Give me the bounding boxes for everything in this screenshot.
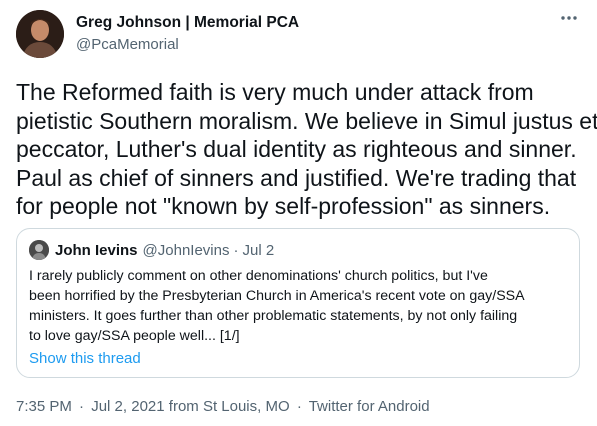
tweet: Greg Johnson | Memorial PCA @PcaMemorial…	[0, 0, 597, 426]
author-avatar[interactable]	[16, 10, 64, 58]
tweet-text-line: pietistic Southern moralism. We believe …	[16, 107, 597, 134]
tweet-text-line: The Reformed faith is very much under at…	[16, 79, 534, 105]
tweet-text-line: peccator, Luther's dual identity as righ…	[16, 136, 577, 162]
quoted-author-name: John Ievins	[55, 241, 138, 259]
quoted-tweet-header: John Ievins @JohnIevins · Jul 2	[29, 240, 274, 260]
quoted-tweet-text: I rarely publicly comment on other denom…	[29, 266, 574, 346]
more-options-button[interactable]	[555, 6, 583, 30]
show-thread-link[interactable]: Show this thread	[29, 350, 141, 367]
tweet-date-location[interactable]: Jul 2, 2021 from St Louis, MO	[91, 398, 289, 415]
quoted-author-avatar	[29, 240, 49, 260]
tweet-client[interactable]: Twitter for Android	[309, 398, 430, 415]
author-handle[interactable]: @PcaMemorial	[76, 35, 299, 55]
meta-separator: ·	[296, 398, 302, 415]
quoted-author-handle: @JohnIevins	[142, 241, 230, 259]
author-name[interactable]: Greg Johnson | Memorial PCA	[76, 13, 299, 33]
tweet-metadata: 7:35 PM · Jul 2, 2021 from St Louis, MO …	[16, 398, 430, 415]
quoted-tweet[interactable]: John Ievins @JohnIevins · Jul 2 I rarely…	[16, 228, 580, 378]
quoted-text-line: I rarely publicly comment on other denom…	[29, 268, 488, 284]
meta-separator: ·	[79, 398, 85, 415]
tweet-text-line: for people not "known by self-profession…	[16, 193, 551, 219]
tweet-time[interactable]: 7:35 PM	[16, 398, 72, 415]
tweet-text: The Reformed faith is very much under at…	[16, 78, 597, 221]
quoted-separator: ·	[233, 241, 239, 259]
quoted-date: Jul 2	[242, 241, 275, 259]
author-block: Greg Johnson | Memorial PCA @PcaMemorial	[76, 13, 299, 55]
quoted-text-line: ministers. It goes further than other pr…	[29, 308, 518, 324]
quoted-text-line: been horrified by the Presbyterian Churc…	[29, 288, 525, 304]
more-horizontal-icon	[561, 16, 577, 20]
quoted-text-line: to love gay/SSA people well... [1/]	[29, 328, 240, 344]
tweet-text-line: Paul as chief of sinners and justified. …	[16, 164, 577, 191]
